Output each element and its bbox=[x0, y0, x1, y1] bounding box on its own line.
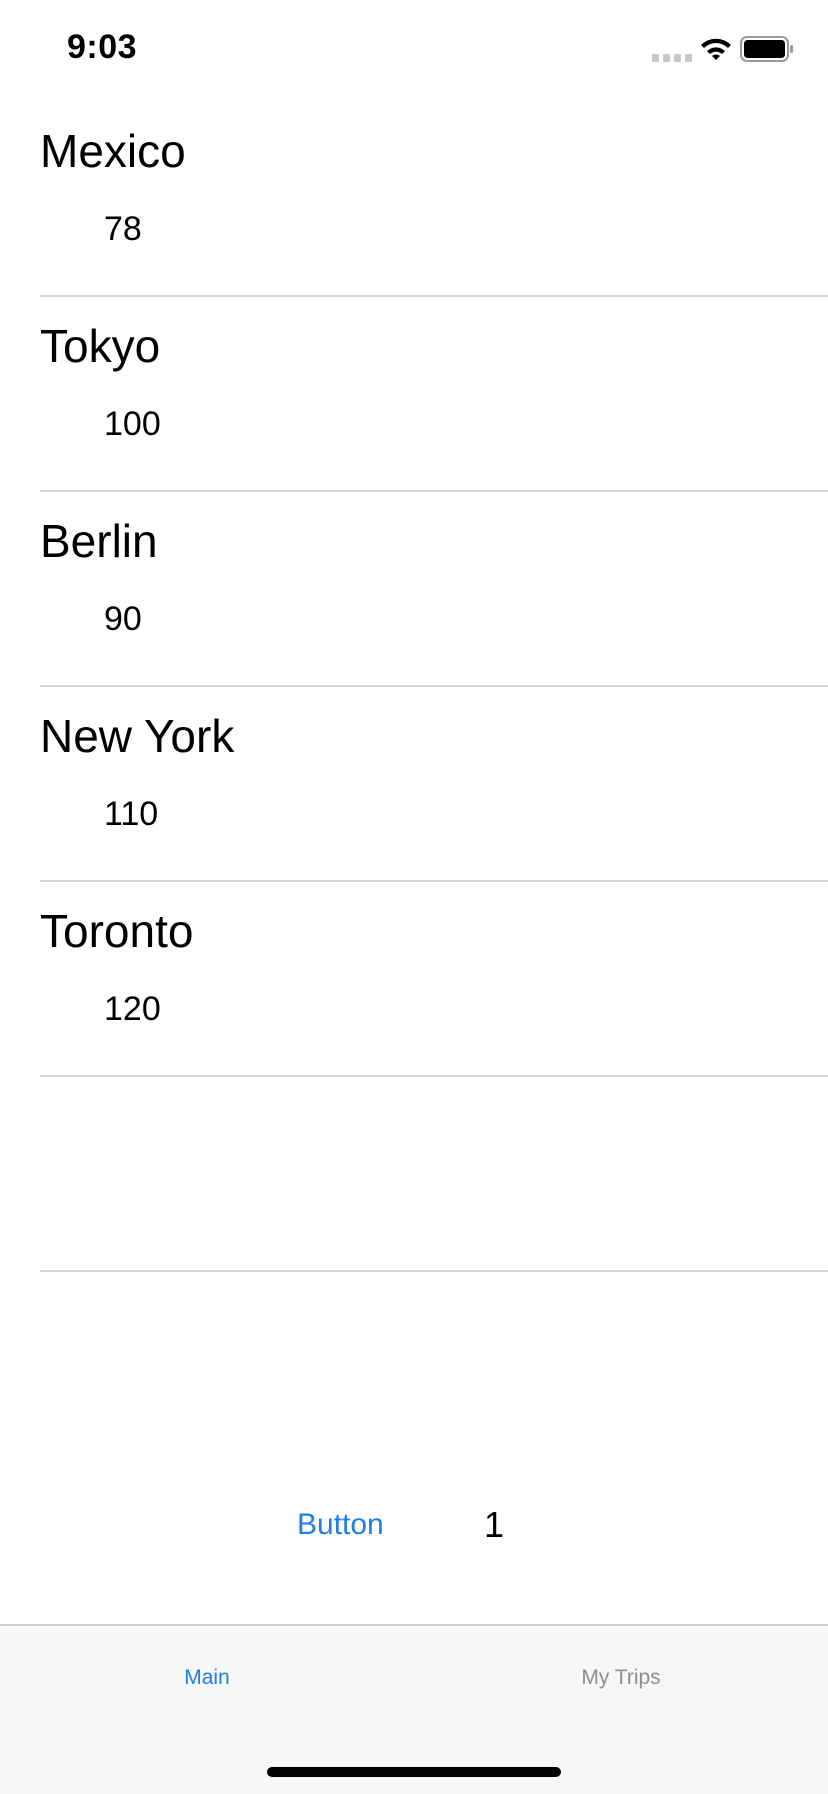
action-button[interactable]: Button bbox=[297, 1508, 384, 1542]
city-name: Berlin bbox=[40, 515, 158, 567]
city-value: 120 bbox=[104, 990, 161, 1028]
home-indicator[interactable] bbox=[267, 1767, 561, 1777]
list-item[interactable]: Mexico 78 bbox=[40, 102, 828, 297]
city-value: 90 bbox=[104, 600, 142, 638]
tab-my-trips[interactable]: My Trips bbox=[414, 1666, 828, 1690]
cellular-signal-icon bbox=[652, 54, 692, 62]
city-list[interactable]: Mexico 78 Tokyo 100 Berlin 90 New York 1… bbox=[0, 102, 828, 1272]
city-name: New York bbox=[40, 710, 235, 762]
tab-bar: Main My Trips bbox=[0, 1624, 828, 1794]
status-bar: 9:03 bbox=[0, 0, 828, 100]
tab-main[interactable]: Main bbox=[0, 1666, 414, 1690]
city-value: 78 bbox=[104, 210, 142, 248]
wifi-icon bbox=[701, 38, 731, 60]
action-row: Button 1 bbox=[0, 1500, 828, 1560]
battery-icon bbox=[740, 36, 793, 62]
city-value: 110 bbox=[104, 795, 159, 833]
city-name: Mexico bbox=[40, 125, 186, 177]
list-item[interactable]: Toronto 120 bbox=[40, 882, 828, 1077]
city-name: Tokyo bbox=[40, 320, 161, 372]
counter-label: 1 bbox=[484, 1504, 505, 1545]
city-value: 100 bbox=[104, 405, 161, 443]
status-time: 9:03 bbox=[67, 28, 138, 66]
city-name: Toronto bbox=[40, 905, 194, 957]
list-item[interactable]: New York 110 bbox=[40, 687, 828, 882]
list-item[interactable]: Tokyo 100 bbox=[40, 297, 828, 492]
list-item[interactable]: Berlin 90 bbox=[40, 492, 828, 687]
list-item-empty[interactable] bbox=[40, 1077, 828, 1272]
